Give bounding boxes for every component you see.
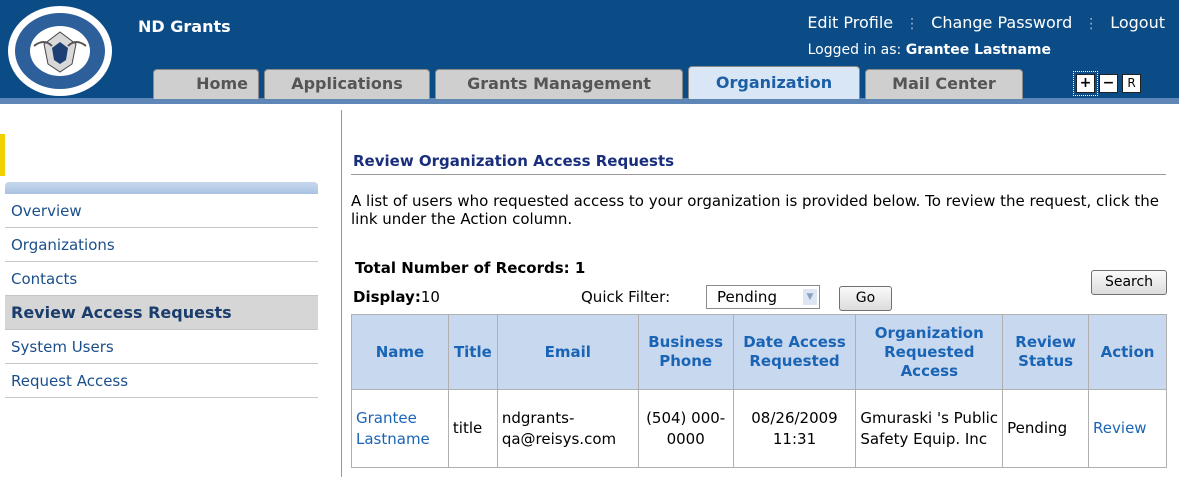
table-header-row: Name Title Email Business Phone Date Acc… [351, 314, 1167, 390]
tab-grants-management[interactable]: Grants Management [435, 69, 683, 99]
nav-top-bar [5, 182, 318, 194]
nav-accent-bar [0, 134, 5, 176]
chevron-down-icon: ▼ [803, 289, 817, 305]
column-header-business-phone[interactable]: Business Phone [637, 314, 734, 390]
cell-email: ndgrants-qa@reisys.com [496, 389, 639, 468]
tab-organization[interactable]: Organization [688, 66, 860, 99]
review-link[interactable]: Review [1088, 389, 1167, 468]
logged-in-user: Grantee Lastname [905, 42, 1051, 58]
cell-date: 08/26/2009 11:31 [732, 389, 857, 468]
quick-filter-value: Pending [717, 288, 777, 306]
cell-organization: Gmuraski 's Public Safety Equip. Inc [855, 389, 1004, 468]
sidebar-item-request-access[interactable]: Request Access [5, 364, 318, 398]
link-separator: ⋮ [905, 16, 920, 32]
quick-filter-label: Quick Filter: [581, 288, 671, 306]
change-password-link[interactable]: Change Password [931, 13, 1072, 32]
column-header-name[interactable]: Name [351, 314, 449, 390]
table-row: Grantee Lastname title ndgrants-qa@reisy… [351, 389, 1167, 468]
column-header-date-requested[interactable]: Date Access Requested [732, 314, 857, 390]
sidebar-nav: Overview Organizations Contacts Review A… [5, 194, 318, 398]
decrease-font-button[interactable]: − [1099, 74, 1118, 93]
content-divider [341, 110, 342, 477]
search-button[interactable]: Search [1091, 270, 1167, 295]
cell-title: title [447, 389, 498, 468]
edit-profile-link[interactable]: Edit Profile [807, 13, 893, 32]
link-separator: ⋮ [1084, 16, 1099, 32]
sidebar-item-overview[interactable]: Overview [5, 194, 318, 228]
total-records: Total Number of Records: 1 [355, 259, 586, 277]
tab-home[interactable]: Home [153, 69, 259, 99]
sidebar-item-review-access-requests[interactable]: Review Access Requests [5, 296, 318, 330]
logged-in-prefix: Logged in as: [807, 42, 902, 58]
title-rule [351, 174, 1166, 175]
cell-phone: (504) 000-0000 [637, 389, 734, 468]
logged-in-status: Logged in as: Grantee Lastname [808, 42, 1051, 58]
top-links: Edit Profile ⋮ Change Password ⋮ Logout [807, 13, 1165, 32]
app-title: ND Grants [138, 17, 231, 36]
column-header-title[interactable]: Title [447, 314, 498, 390]
column-header-action[interactable]: Action [1088, 314, 1167, 390]
increase-font-button[interactable]: + [1073, 71, 1098, 96]
sidebar-item-system-users[interactable]: System Users [5, 330, 318, 364]
access-requests-table: Name Title Email Business Phone Date Acc… [351, 314, 1167, 468]
display-label: Display: [353, 288, 421, 306]
dhs-seal-logo [6, 4, 114, 98]
go-button[interactable]: Go [839, 286, 892, 311]
page-description: A list of users who requested access to … [351, 192, 1159, 228]
quick-filter-select[interactable]: Pending ▼ [706, 285, 820, 309]
display-value: 10 [420, 288, 440, 306]
sidebar-item-organizations[interactable]: Organizations [5, 228, 318, 262]
tab-mail-center[interactable]: Mail Center [865, 69, 1023, 99]
cell-status: Pending [1002, 389, 1090, 468]
column-header-email[interactable]: Email [496, 314, 639, 390]
column-header-organization[interactable]: Organization Requested Access [855, 314, 1004, 390]
column-header-review-status[interactable]: Review Status [1002, 314, 1090, 390]
page-title: Review Organization Access Requests [353, 152, 675, 170]
logout-link[interactable]: Logout [1110, 13, 1165, 32]
display-count: Display:10 [353, 288, 440, 306]
sidebar-item-contacts[interactable]: Contacts [5, 262, 318, 296]
cell-name-link[interactable]: Grantee Lastname [351, 389, 449, 468]
reset-font-button[interactable]: R [1122, 74, 1141, 93]
tab-applications[interactable]: Applications [264, 69, 430, 99]
